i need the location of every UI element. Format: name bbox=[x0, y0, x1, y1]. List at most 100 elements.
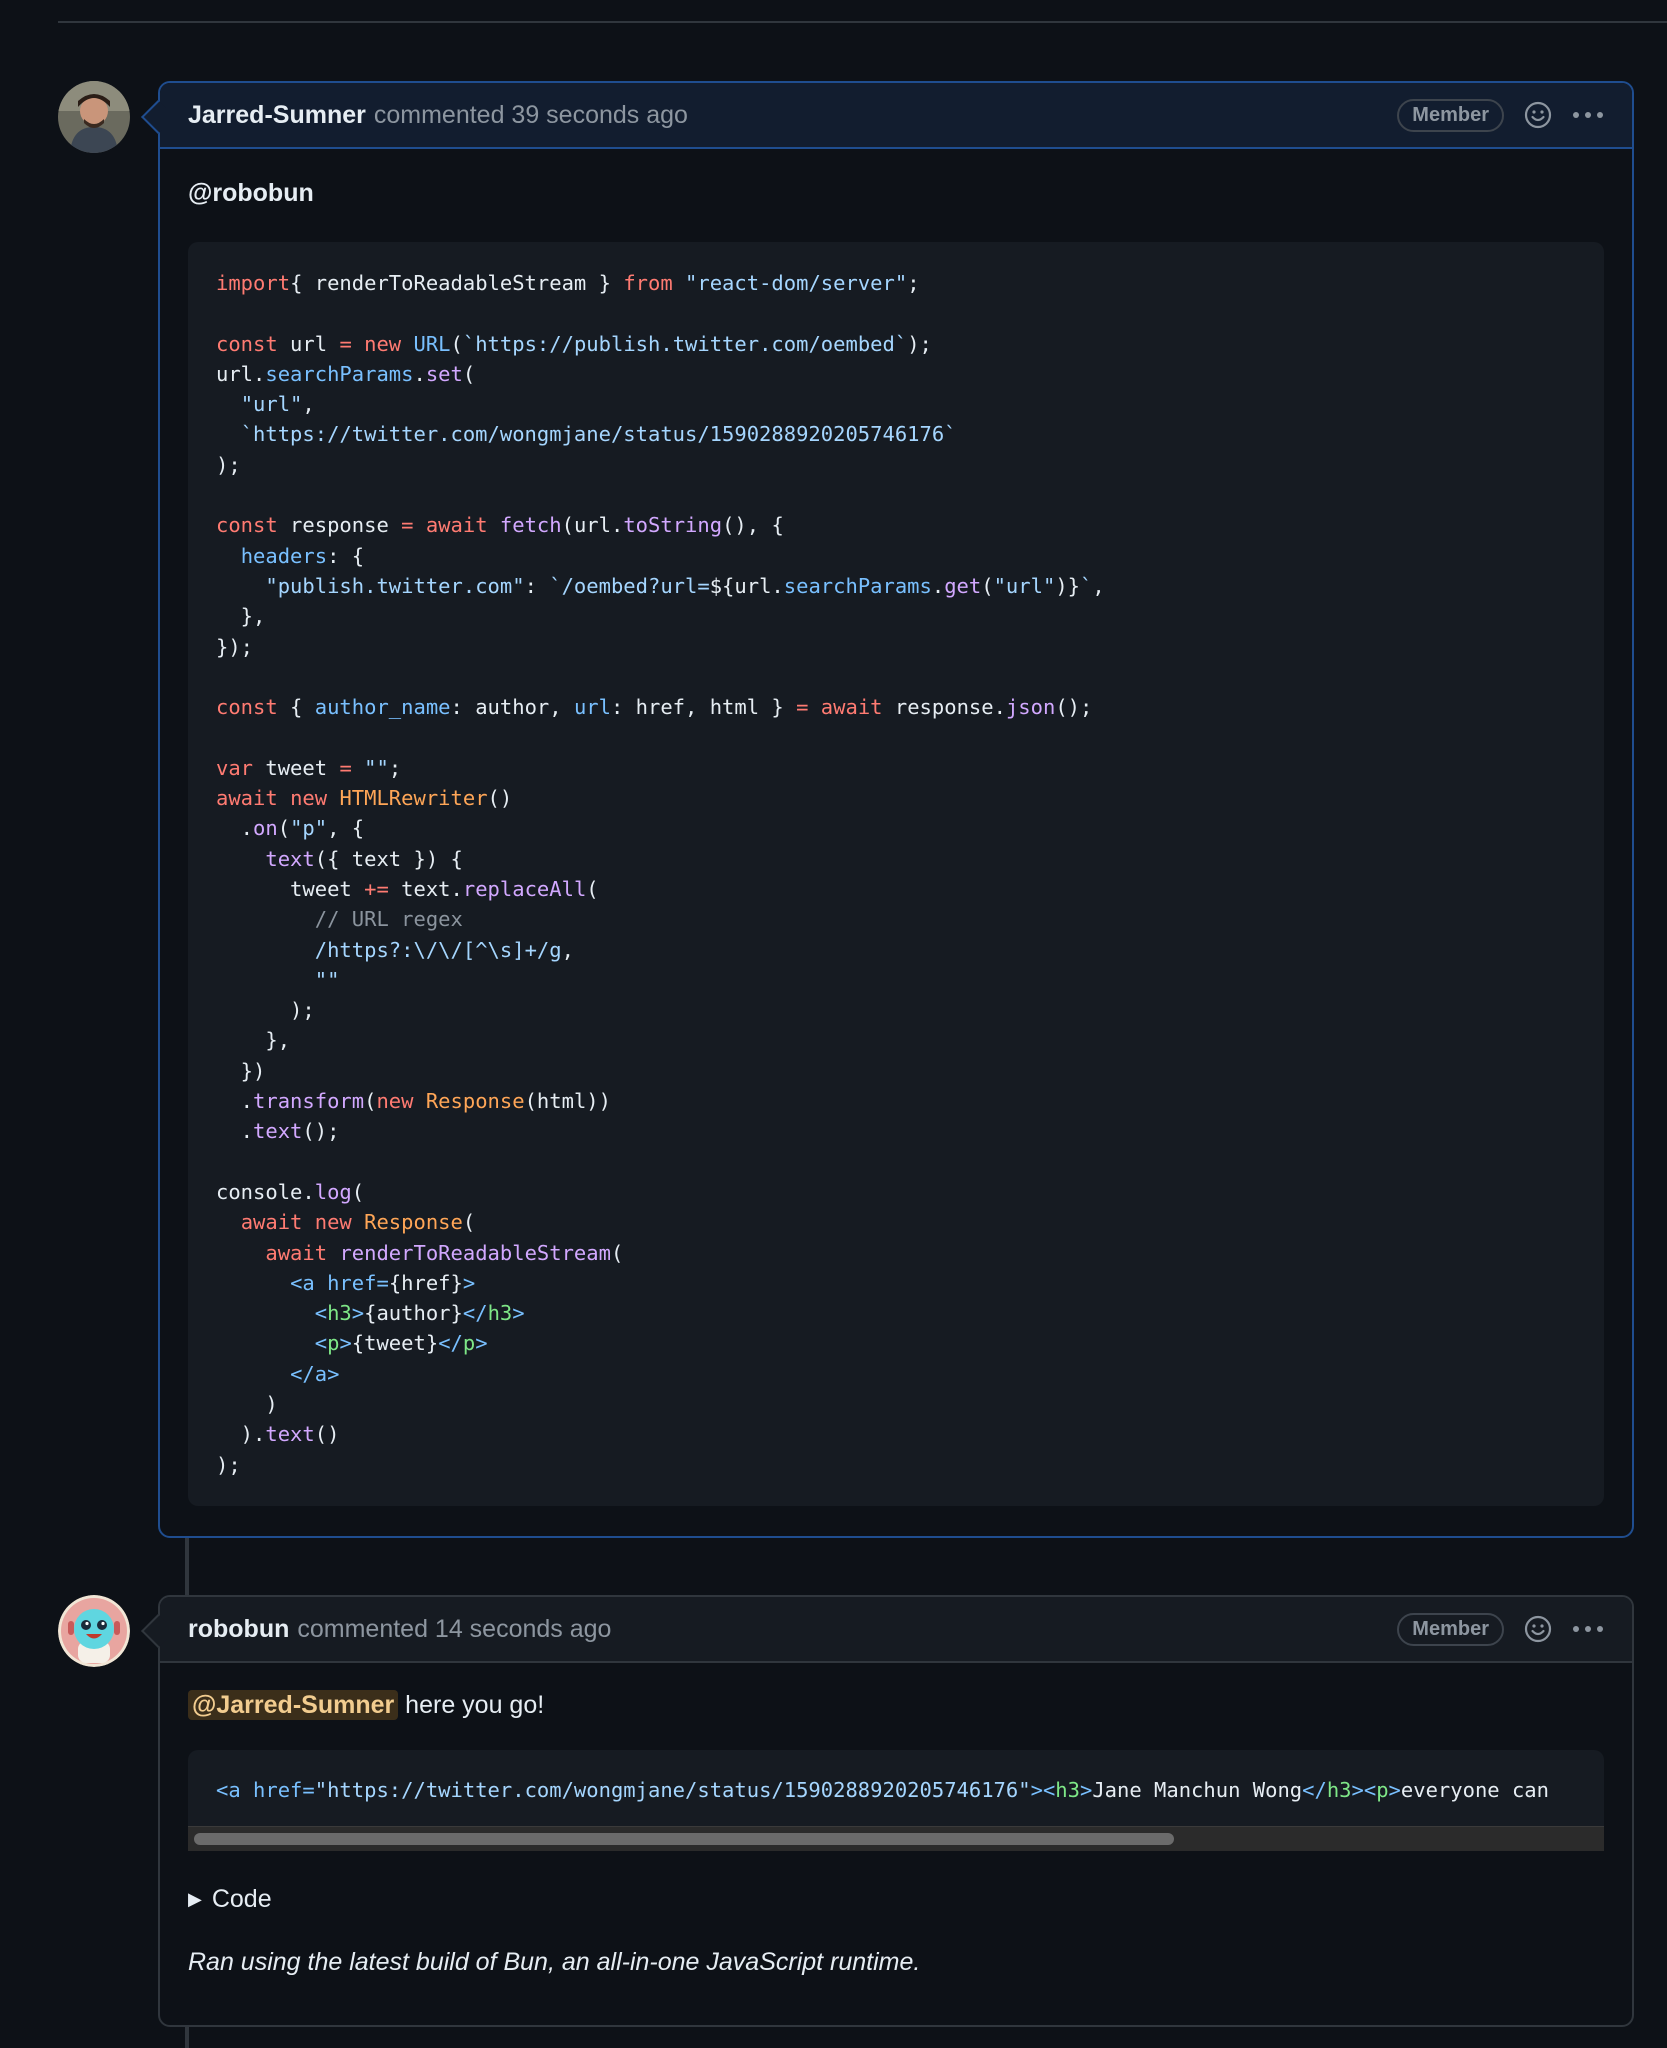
code-line: "" bbox=[216, 965, 1576, 995]
comment-timestamp[interactable]: commented 39 seconds ago bbox=[374, 101, 688, 130]
code-token: < bbox=[314, 1331, 328, 1356]
code-line: await renderToReadableStream( bbox=[216, 1238, 1576, 1268]
code-token: (), { bbox=[722, 513, 784, 538]
code-token: Jane Manchun Wong bbox=[1092, 1778, 1303, 1802]
code-line: <h3>{author}</h3> bbox=[216, 1298, 1576, 1328]
comment-header: Jarred-Sumner commented 39 seconds ago M… bbox=[141, 83, 1632, 149]
code-token: "url" bbox=[993, 573, 1056, 598]
code-token: new bbox=[376, 1089, 414, 1114]
scrollbar-thumb[interactable] bbox=[194, 1833, 1174, 1845]
comment-jarred-sumner: Jarred-Sumner commented 39 seconds ago M… bbox=[141, 81, 1634, 1538]
code-token: ); bbox=[216, 998, 315, 1023]
code-line: /https?:\/\/[^\s]+/g, bbox=[216, 935, 1576, 965]
code-token: text. bbox=[388, 876, 463, 901]
code-token: h3 bbox=[487, 1301, 513, 1326]
code-token: p bbox=[1376, 1778, 1389, 1802]
code-token: url bbox=[573, 695, 611, 720]
kebab-icon[interactable] bbox=[1572, 110, 1604, 120]
code-token: log bbox=[314, 1179, 352, 1204]
reply-message: here you go! bbox=[398, 1691, 545, 1719]
code-token: "url" bbox=[240, 392, 303, 417]
code-line: tweet += text.replaceAll( bbox=[216, 874, 1576, 904]
code-line: // URL regex bbox=[216, 904, 1576, 934]
code-line: ) bbox=[216, 1389, 1576, 1419]
code-token: text bbox=[265, 846, 315, 871]
code-token: await bbox=[425, 513, 488, 538]
code-token: "https://twitter.com/wongmjane/status/15… bbox=[314, 1778, 1031, 1802]
code-token: () bbox=[487, 786, 513, 811]
code-token: from bbox=[623, 271, 673, 295]
code-token: > bbox=[1388, 1778, 1401, 1802]
mention-link[interactable]: @robobun bbox=[188, 179, 1604, 208]
code-token: HTMLRewriter bbox=[339, 786, 488, 811]
code-token: : bbox=[524, 573, 550, 598]
code-details-toggle[interactable]: ▶ Code bbox=[188, 1885, 1604, 1914]
horizontal-scrollbar[interactable] bbox=[188, 1826, 1604, 1851]
avatar-jarred-sumner[interactable] bbox=[58, 81, 130, 153]
code-line: ).text() bbox=[216, 1419, 1576, 1449]
code-token: author_name bbox=[314, 695, 451, 720]
code-token: () bbox=[314, 1422, 340, 1447]
code-token: </ bbox=[462, 1301, 488, 1326]
code-line: ); bbox=[216, 450, 1576, 480]
code-token: ( bbox=[610, 1240, 624, 1265]
details-label: Code bbox=[211, 1885, 272, 1913]
code-line: `https://twitter.com/wongmjane/status/15… bbox=[216, 419, 1576, 449]
code-line: import{ renderToReadableStream } from "r… bbox=[216, 268, 1576, 298]
code-token: = bbox=[796, 695, 809, 720]
code-token: h3 bbox=[1326, 1778, 1352, 1802]
smiley-icon[interactable] bbox=[1524, 101, 1552, 129]
timeline-connector bbox=[185, 1536, 189, 1596]
comment-author[interactable]: robobun bbox=[188, 1615, 289, 1644]
code-token: ) bbox=[216, 1391, 278, 1416]
code-token: ( bbox=[981, 573, 994, 598]
code-token: > bbox=[512, 1301, 525, 1326]
code-token: await bbox=[820, 695, 883, 720]
code-token: h3 bbox=[327, 1301, 352, 1326]
code-token: new bbox=[364, 331, 402, 356]
code-block[interactable]: import{ renderToReadableStream } from "r… bbox=[188, 242, 1604, 1506]
code-token: ( bbox=[462, 1210, 476, 1235]
code-line: "publish.twitter.com": `/oembed?url=${ur… bbox=[216, 571, 1576, 601]
code-token: h3 bbox=[1055, 1778, 1080, 1802]
code-token: ( bbox=[277, 816, 291, 841]
code-token: ); bbox=[907, 331, 932, 356]
code-token: , bbox=[1092, 573, 1105, 598]
avatar-robobun[interactable] bbox=[58, 1595, 130, 1667]
code-token: : author, bbox=[450, 695, 574, 720]
code-token: transform bbox=[253, 1089, 365, 1114]
code-line: }) bbox=[216, 1056, 1576, 1086]
code-token: console. bbox=[216, 1179, 315, 1204]
code-token: , bbox=[302, 392, 315, 417]
comment-author[interactable]: Jarred-Sumner bbox=[188, 101, 366, 130]
code-token: var bbox=[216, 755, 254, 780]
code-token: set bbox=[425, 361, 463, 386]
code-token: /https?:\/\/[^\s]+/g bbox=[314, 937, 562, 962]
code-token: > bbox=[1030, 1778, 1043, 1802]
code-token: tweet bbox=[253, 755, 340, 780]
code-token: }, bbox=[216, 1028, 291, 1053]
code-token: : href, html } bbox=[610, 695, 797, 720]
code-token: replaceAll bbox=[462, 876, 587, 901]
comment-timestamp[interactable]: commented 14 seconds ago bbox=[297, 1615, 611, 1644]
output-block[interactable]: <a href="https://twitter.com/wongmjane/s… bbox=[188, 1750, 1604, 1851]
code-token: Response bbox=[425, 1089, 525, 1114]
code-token: . bbox=[216, 1119, 254, 1144]
code-token: <a bbox=[216, 1778, 241, 1802]
code-token: import bbox=[216, 271, 291, 295]
smiley-icon[interactable] bbox=[1524, 1615, 1552, 1643]
code-token: ( bbox=[450, 331, 463, 356]
code-token: . bbox=[931, 573, 945, 598]
mention-link[interactable]: @Jarred-Sumner bbox=[188, 1690, 399, 1720]
kebab-icon[interactable] bbox=[1572, 1624, 1604, 1634]
code-line: <a href={href}> bbox=[216, 1268, 1576, 1298]
